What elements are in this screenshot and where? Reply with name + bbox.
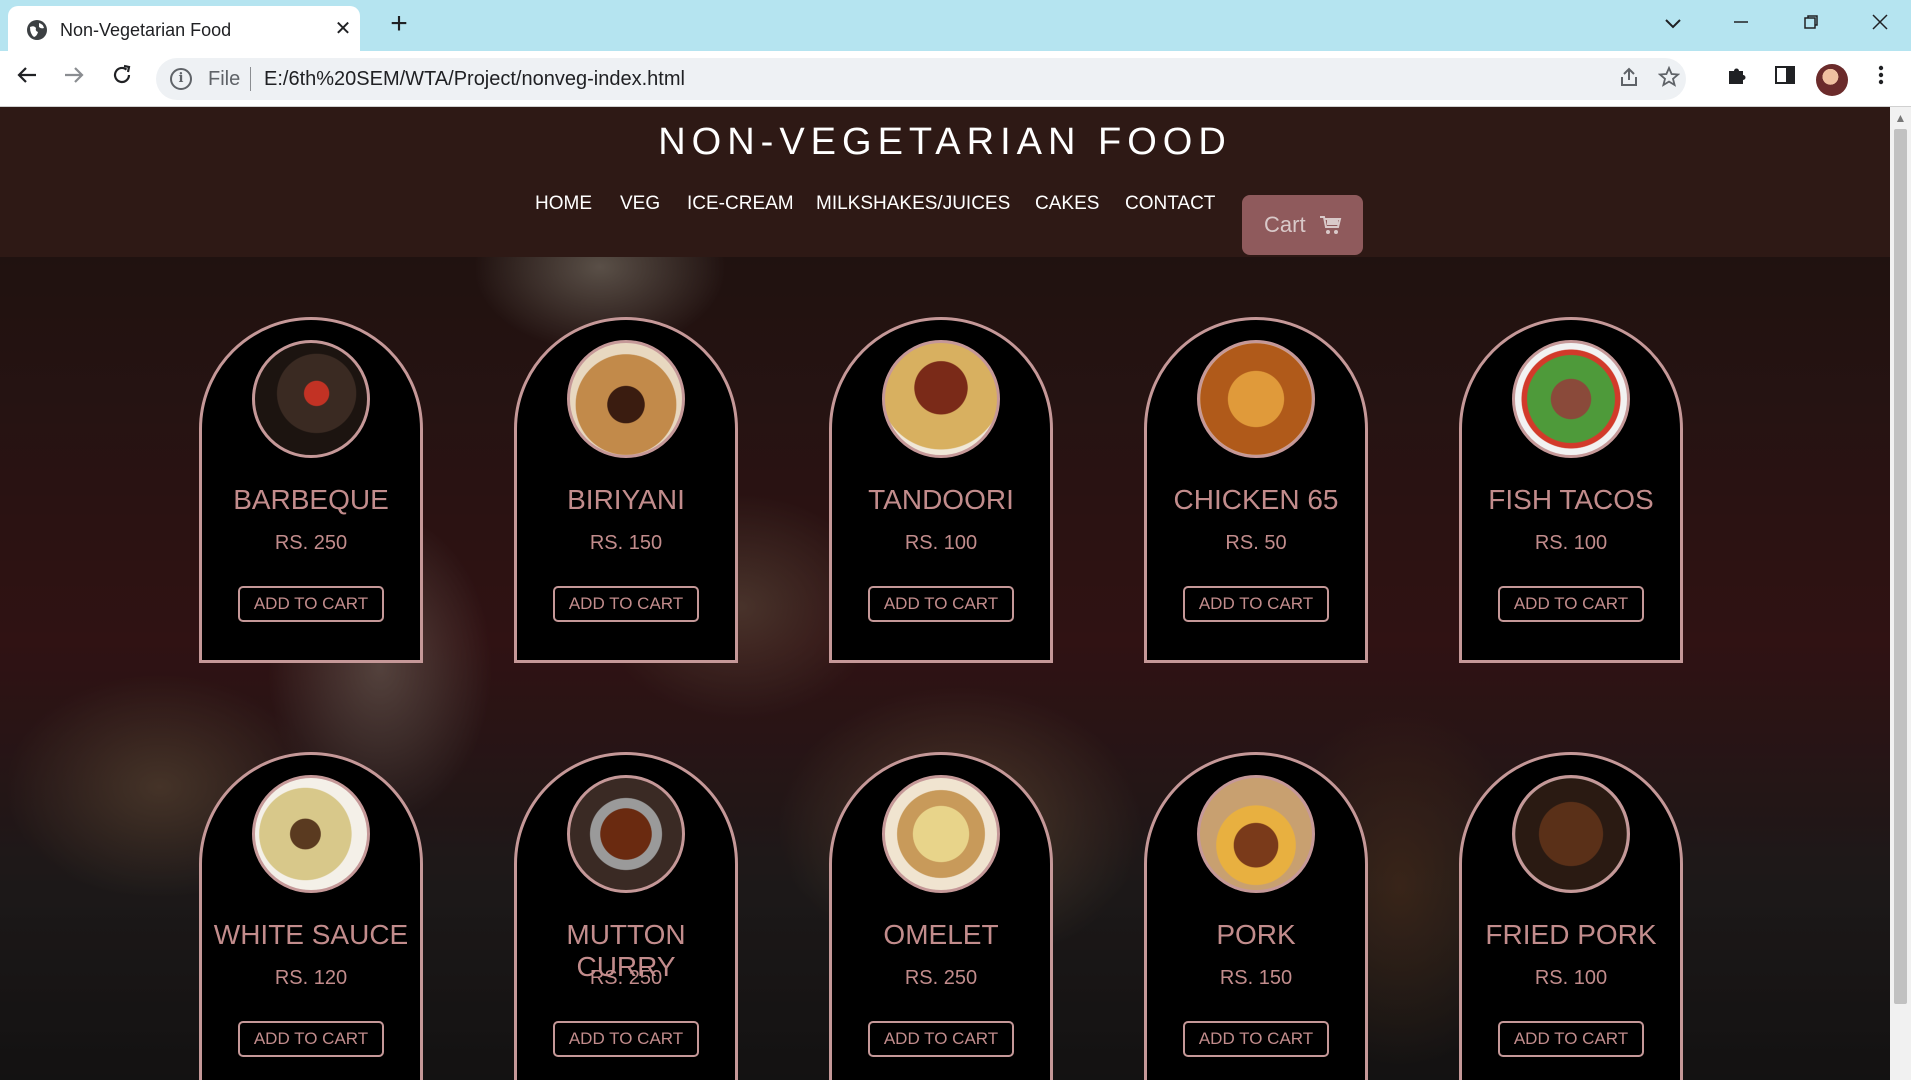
omnibox-divider <box>250 67 251 91</box>
food-card-pork: PORK RS. 150 ADD TO CART <box>1144 752 1368 1080</box>
nav-veg[interactable]: VEG <box>620 193 660 215</box>
food-price: RS. 120 <box>274 967 348 989</box>
food-card-mutton-curry: MUTTON CURRY RS. 250 ADD TO CART <box>514 752 738 1080</box>
fried-pork-image <box>1512 775 1630 893</box>
add-to-cart-button[interactable]: ADD TO CART <box>1183 1021 1329 1057</box>
add-to-cart-button[interactable]: ADD TO CART <box>868 586 1014 622</box>
food-name: CHICKEN 65 <box>1173 484 1339 515</box>
restore-icon[interactable] <box>1791 8 1831 40</box>
minimize-icon[interactable] <box>1721 8 1761 40</box>
food-price: RS. 250 <box>904 967 978 989</box>
reload-icon[interactable] <box>106 63 138 95</box>
tandoori-image <box>882 340 1000 458</box>
food-name: TANDOORI <box>868 484 1014 515</box>
mutton-curry-image <box>567 775 685 893</box>
food-price: RS. 150 <box>589 532 663 554</box>
extensions-icon[interactable] <box>1721 63 1753 95</box>
food-price: RS. 250 <box>274 532 348 554</box>
biriyani-image <box>567 340 685 458</box>
new-tab-button[interactable]: + <box>384 9 414 40</box>
nav-home[interactable]: HOME <box>535 193 592 215</box>
food-price: RS. 100 <box>1534 967 1608 989</box>
menu-icon[interactable] <box>1865 63 1897 95</box>
food-card-fried-pork: FRIED PORK RS. 100 ADD TO CART <box>1459 752 1683 1080</box>
tab-search-icon[interactable] <box>1653 8 1693 40</box>
food-card-barbeque: BARBEQUE RS. 250 ADD TO CART <box>199 317 423 663</box>
food-name: BIRIYANI <box>567 484 685 515</box>
address-bar[interactable]: i File E:/6th%20SEM/WTA/Project/nonveg-i… <box>156 58 1686 100</box>
back-icon[interactable] <box>11 63 43 95</box>
add-to-cart-button[interactable]: ADD TO CART <box>553 1021 699 1057</box>
food-price: RS. 100 <box>1534 532 1608 554</box>
browser-tabstrip: Non-Vegetarian Food ✕ + <box>0 0 1911 51</box>
chicken-65-image <box>1197 340 1315 458</box>
file-label: File <box>208 68 241 90</box>
food-card-chicken-65: CHICKEN 65 RS. 50 ADD TO CART <box>1144 317 1368 663</box>
nav-contact[interactable]: CONTACT <box>1125 193 1215 215</box>
add-to-cart-button[interactable]: ADD TO CART <box>1498 1021 1644 1057</box>
omelet-image <box>882 775 1000 893</box>
globe-icon <box>27 20 47 40</box>
food-name: WHITE SAUCE <box>213 919 409 950</box>
food-price: RS. 50 <box>1225 532 1287 554</box>
sidepanel-icon[interactable] <box>1769 63 1801 95</box>
add-to-cart-button[interactable]: ADD TO CART <box>238 1021 384 1057</box>
page-scrollbar[interactable]: ▲ <box>1890 107 1911 1080</box>
profile-avatar[interactable] <box>1816 64 1848 96</box>
site-header: NON-VEGETARIAN FOOD HOME VEG ICE-CREAM M… <box>0 107 1890 257</box>
nav-milkshakes-juices[interactable]: MILKSHAKES/JUICES <box>816 193 1010 215</box>
pork-image <box>1197 775 1315 893</box>
tab-title: Non-Vegetarian Food <box>60 20 232 40</box>
close-window-icon[interactable] <box>1860 8 1900 40</box>
nav-ice-cream[interactable]: ICE-CREAM <box>687 193 794 215</box>
star-icon[interactable] <box>1656 65 1682 92</box>
food-card-omelet: OMELET RS. 250 ADD TO CART <box>829 752 1053 1080</box>
forward-icon[interactable] <box>58 63 90 95</box>
food-name: FRIED PORK <box>1485 919 1657 950</box>
food-name: OMELET <box>883 919 999 950</box>
food-price: RS. 250 <box>589 967 663 989</box>
add-to-cart-button[interactable]: ADD TO CART <box>238 586 384 622</box>
url-text[interactable]: E:/6th%20SEM/WTA/Project/nonveg-index.ht… <box>264 68 685 91</box>
tab-close-icon[interactable]: ✕ <box>330 16 356 42</box>
cart-icon <box>1320 216 1342 234</box>
food-name: FISH TACOS <box>1488 484 1654 515</box>
food-name: PORK <box>1216 919 1296 950</box>
food-name: BARBEQUE <box>233 484 389 515</box>
add-to-cart-button[interactable]: ADD TO CART <box>868 1021 1014 1057</box>
info-icon[interactable]: i <box>170 68 192 90</box>
add-to-cart-button[interactable]: ADD TO CART <box>1183 586 1329 622</box>
scroll-thumb[interactable] <box>1894 129 1907 1004</box>
scroll-up-arrow-icon[interactable]: ▲ <box>1890 111 1911 127</box>
fish-tacos-image <box>1512 340 1630 458</box>
page-viewport: NON-VEGETARIAN FOOD HOME VEG ICE-CREAM M… <box>0 107 1890 1080</box>
add-to-cart-button[interactable]: ADD TO CART <box>1498 586 1644 622</box>
browser-tab[interactable]: Non-Vegetarian Food ✕ <box>8 6 360 51</box>
page-title: NON-VEGETARIAN FOOD <box>658 121 1232 163</box>
white-sauce-image <box>252 775 370 893</box>
cart-button[interactable]: Cart <box>1242 195 1363 255</box>
food-price: RS. 100 <box>904 532 978 554</box>
food-price: RS. 150 <box>1219 967 1293 989</box>
barbeque-image <box>252 340 370 458</box>
nav-cakes[interactable]: CAKES <box>1035 193 1099 215</box>
food-card-biriyani: BIRIYANI RS. 150 ADD TO CART <box>514 317 738 663</box>
add-to-cart-button[interactable]: ADD TO CART <box>553 586 699 622</box>
cart-label: Cart <box>1264 212 1306 237</box>
food-card-white-sauce: WHITE SAUCE RS. 120 ADD TO CART <box>199 752 423 1080</box>
food-card-fish-tacos: FISH TACOS RS. 100 ADD TO CART <box>1459 317 1683 663</box>
browser-toolbar: i File E:/6th%20SEM/WTA/Project/nonveg-i… <box>0 51 1911 107</box>
share-icon[interactable] <box>1616 66 1642 92</box>
food-card-tandoori: TANDOORI RS. 100 ADD TO CART <box>829 317 1053 663</box>
